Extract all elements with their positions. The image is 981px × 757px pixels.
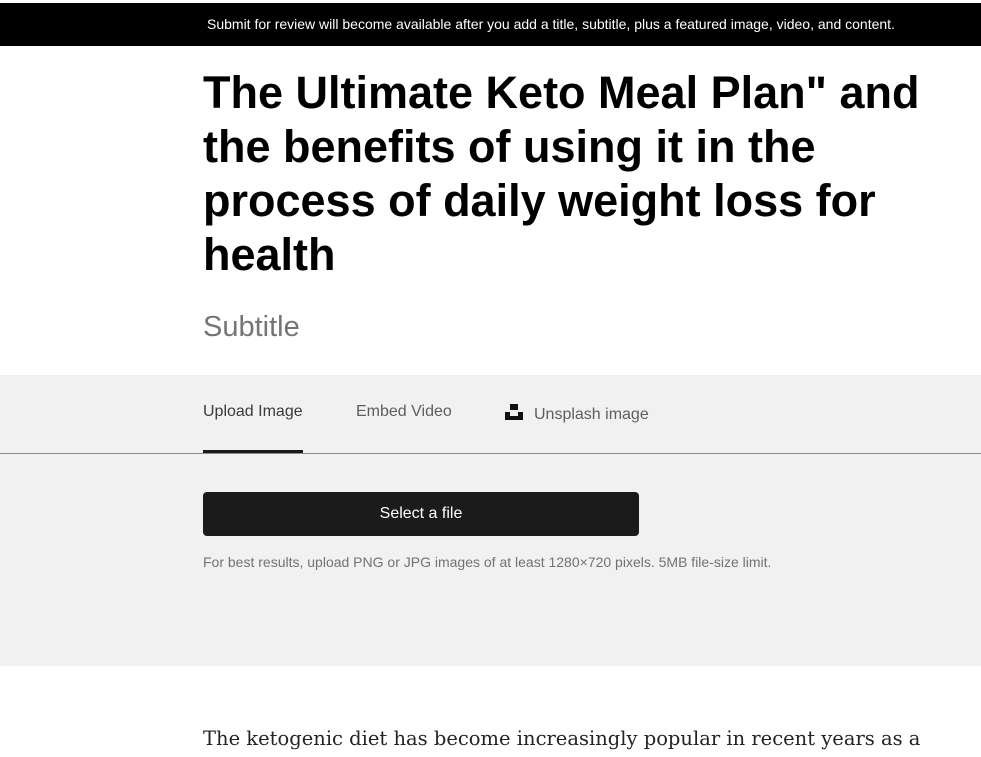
unsplash-icon [505,404,523,420]
featured-media-panel: Upload Image Embed Video Unsplash image … [0,375,981,666]
tab-unsplash-image[interactable]: Unsplash image [505,378,649,456]
media-tabs: Upload Image Embed Video Unsplash image [0,375,981,454]
tab-upload-image[interactable]: Upload Image [203,375,303,453]
review-banner: Submit for review will become available … [0,3,981,46]
subtitle-input[interactable]: Subtitle [203,308,300,346]
post-title[interactable]: The Ultimate Keto Meal Plan" and the ben… [203,66,953,282]
review-banner-text: Submit for review will become available … [207,16,895,32]
post-body[interactable]: The ketogenic diet has become increasing… [203,724,963,754]
tab-embed-video[interactable]: Embed Video [356,375,452,453]
tab-unsplash-label: Unsplash image [534,406,649,423]
upload-hint: For best results, upload PNG or JPG imag… [203,554,772,570]
select-file-button[interactable]: Select a file [203,492,639,536]
